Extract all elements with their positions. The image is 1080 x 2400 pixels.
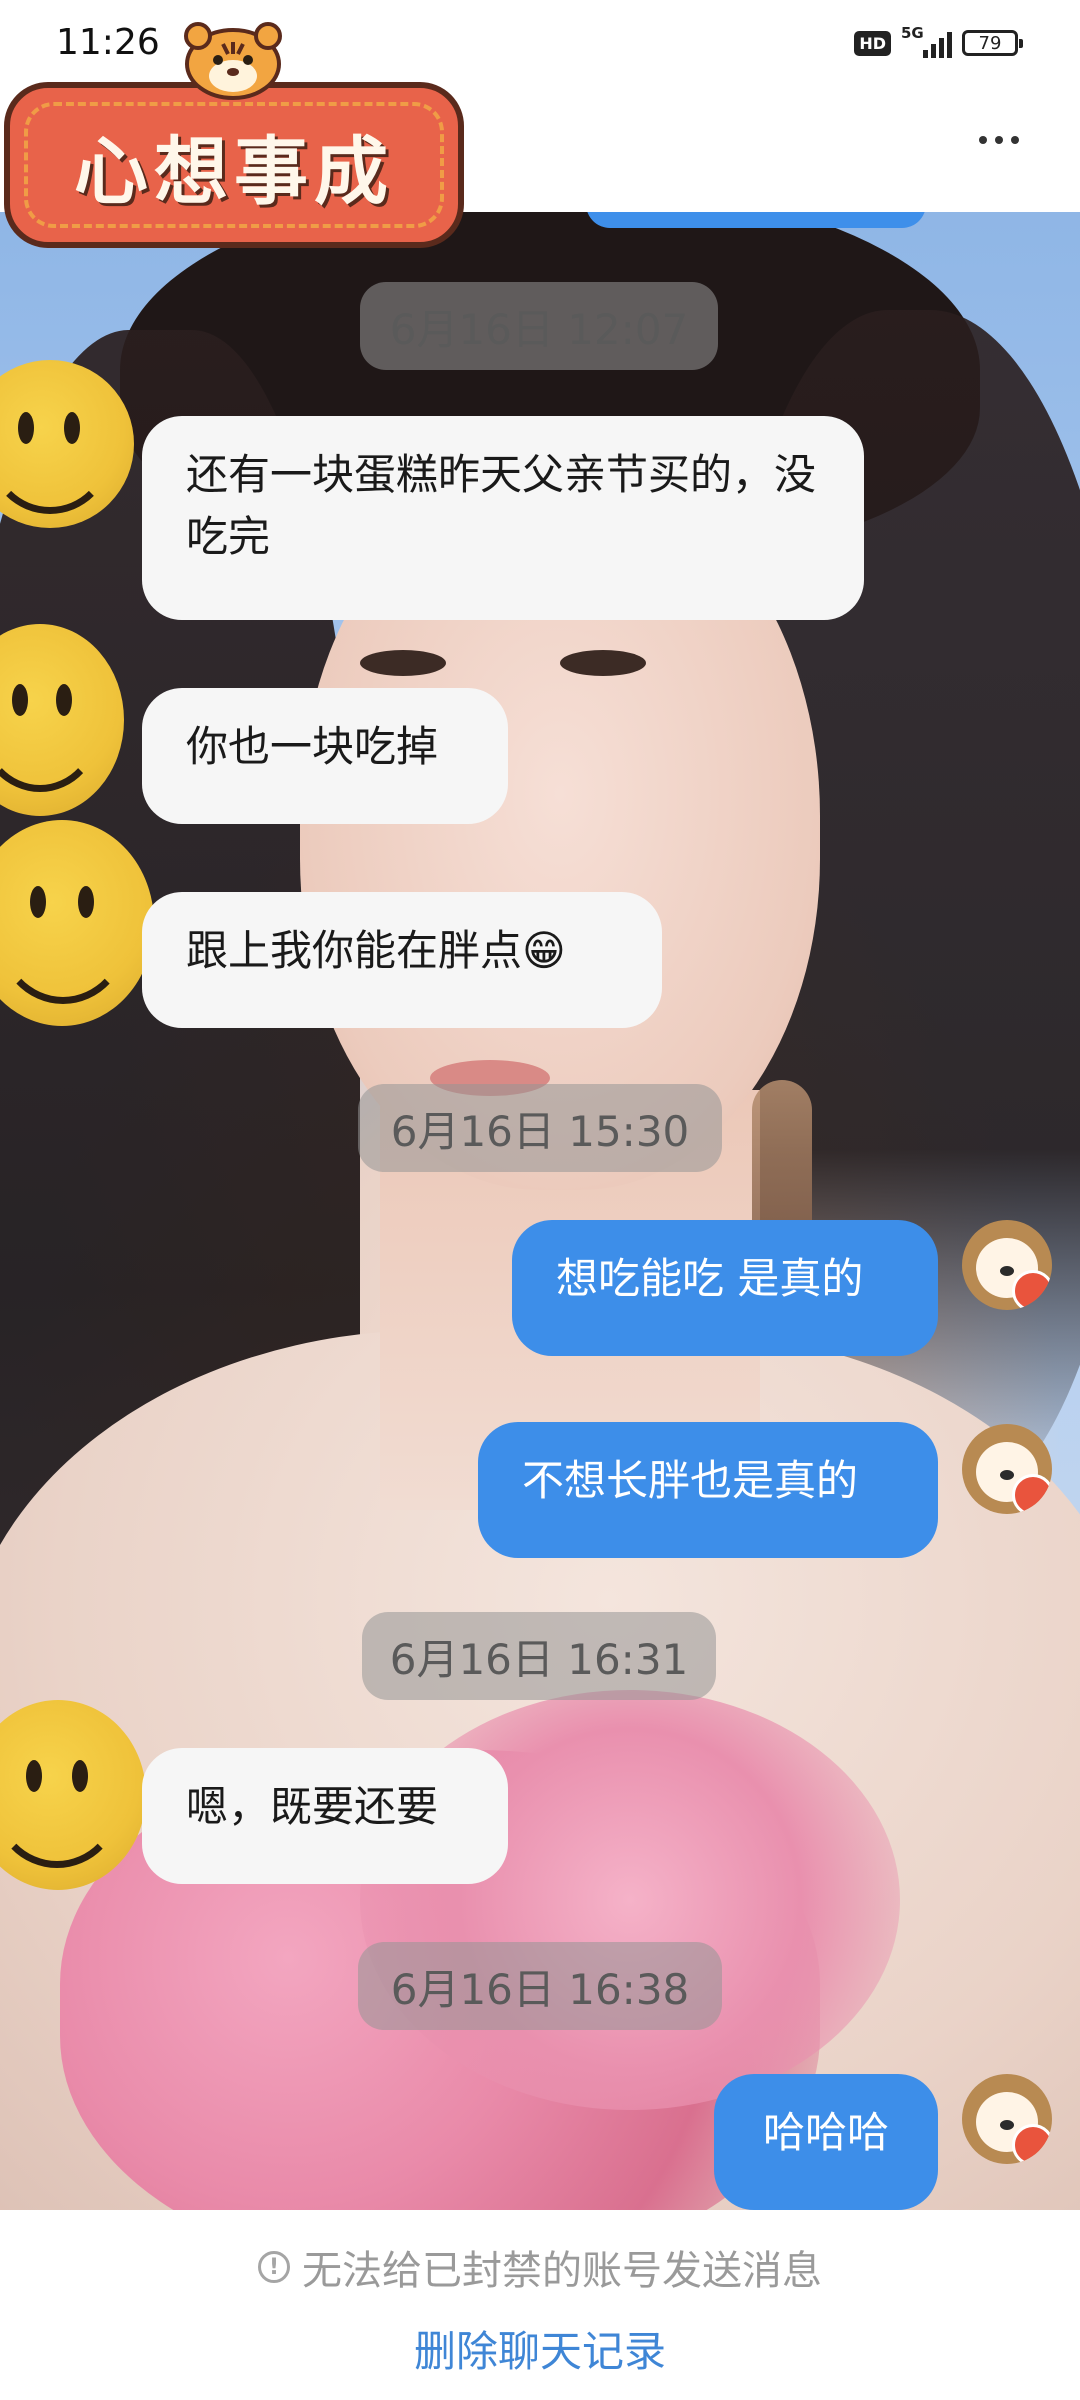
battery-icon: 79 <box>962 30 1023 56</box>
more-icon <box>979 136 987 144</box>
timestamp: 6月16日 15:30 <box>358 1084 722 1172</box>
incoming-message[interactable]: 跟上我你能在胖点😁 <box>142 892 662 1028</box>
tiger-sticker-icon <box>184 22 282 100</box>
bottom-bar: ! 无法给已封禁的账号发送消息 删除聊天记录 <box>0 2212 1080 2400</box>
timestamp: 6月16日 16:31 <box>362 1612 716 1700</box>
my-avatar[interactable] <box>962 1220 1052 1310</box>
incoming-message[interactable]: 还有一块蛋糕昨天父亲节买的，没吃完 <box>142 416 864 620</box>
status-icons: HD 5G 79 <box>854 24 1023 58</box>
outgoing-message[interactable]: 想吃能吃 是真的 <box>512 1220 938 1356</box>
network-type: 5G <box>901 24 924 42</box>
delete-chat-history-link[interactable]: 删除聊天记录 <box>0 2318 1080 2379</box>
signal-icon: 5G <box>901 24 952 58</box>
notice-text: 无法给已封禁的账号发送消息 <box>302 2248 822 2294</box>
status-bar: 11:26 HD 5G 79 <box>0 0 1080 86</box>
sticker-banner: 心想事成 <box>4 82 464 248</box>
my-avatar[interactable] <box>962 2074 1052 2164</box>
hd-icon: HD <box>854 30 891 56</box>
outgoing-message[interactable]: 不想长胖也是真的 <box>478 1422 938 1558</box>
incoming-message[interactable]: 你也一块吃掉 <box>142 688 508 824</box>
status-time: 11:26 <box>56 22 160 63</box>
incoming-message[interactable]: 嗯，既要还要 <box>142 1748 508 1884</box>
timestamp: 6月16日 12:07 <box>360 282 718 370</box>
more-options-button[interactable] <box>964 110 1034 170</box>
info-icon: ! <box>258 2251 290 2283</box>
timestamp: 6月16日 16:38 <box>358 1942 722 2030</box>
banned-notice: ! 无法给已封禁的账号发送消息 <box>0 2238 1080 2296</box>
my-avatar[interactable] <box>962 1424 1052 1514</box>
outgoing-message[interactable]: 哈哈哈 <box>714 2074 938 2210</box>
